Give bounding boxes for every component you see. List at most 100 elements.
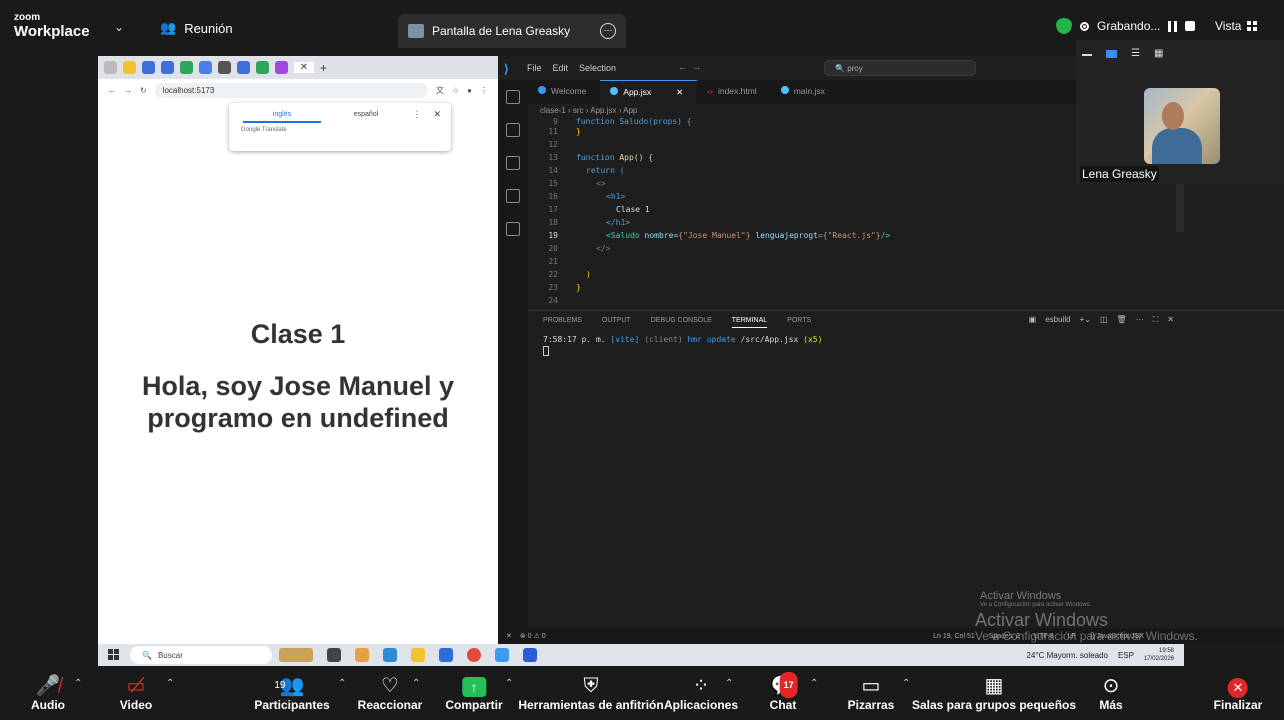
more-options-icon[interactable]: ···	[600, 23, 616, 39]
windows-start-icon[interactable]	[108, 649, 120, 661]
more-icon[interactable]: ⋮	[412, 109, 421, 120]
host-tools-button[interactable]: ⛨ Herramientas de anfitrión	[518, 674, 663, 712]
taskbar-search[interactable]: 🔍 Buscar	[130, 646, 272, 664]
chevron-up-icon[interactable]: ⌃	[902, 678, 910, 689]
tab-icon[interactable]	[180, 61, 193, 74]
zoom-taskbar-icon[interactable]	[523, 648, 537, 662]
tab-icon[interactable]	[256, 61, 269, 74]
more-icon[interactable]: ···	[1136, 315, 1144, 325]
close-tab-icon[interactable]: ✕	[294, 62, 314, 73]
terminal-name[interactable]: esbuild	[1045, 315, 1070, 325]
view-button[interactable]: Vista	[1215, 19, 1259, 33]
run-debug-icon[interactable]	[506, 189, 520, 203]
tab-app-jsx[interactable]: App.jsx ✕	[600, 80, 698, 104]
chevron-up-icon[interactable]: ⌃	[505, 678, 513, 689]
tab-icon[interactable]	[218, 61, 231, 74]
panel-tab-terminal[interactable]: TERMINAL	[731, 317, 768, 328]
speaker-view-icon[interactable]	[1106, 50, 1117, 58]
add-terminal-icon[interactable]: +⌄	[1080, 315, 1091, 325]
panel-tab-output[interactable]: OUTPUT	[602, 317, 631, 328]
gallery-view-icon[interactable]: ▦	[1154, 48, 1163, 59]
meeting-button[interactable]: 👥 Reunión	[160, 20, 233, 36]
remote-icon[interactable]: ✕	[506, 632, 512, 640]
widget-image-icon[interactable]	[279, 648, 313, 662]
end-meeting-button[interactable]: ✕ Finalizar	[1214, 674, 1262, 712]
vscode-taskbar-icon[interactable]	[495, 648, 509, 662]
whiteboards-button[interactable]: ▭ Pizarras	[848, 674, 895, 712]
store-icon[interactable]	[439, 648, 453, 662]
search-icon[interactable]	[506, 123, 520, 137]
tab-index-html[interactable]: ‹› index.html	[697, 80, 770, 104]
menu-file[interactable]: File	[527, 63, 542, 73]
weather[interactable]: 24°C Mayorm. soleado	[1026, 651, 1107, 660]
problems-count[interactable]: ⊗ 0 ⚠ 0	[520, 632, 546, 640]
scrollbar[interactable]	[1176, 184, 1184, 232]
tab-icon[interactable]	[237, 61, 250, 74]
menu-icon[interactable]: ⋮	[480, 86, 488, 95]
screen-share-tab[interactable]: Pantalla de Lena Greasky ···	[398, 14, 626, 48]
nav-arrows-icon[interactable]: ← →	[678, 62, 701, 72]
profile-icon[interactable]: ●	[467, 86, 472, 95]
reload-icon[interactable]: ↻	[140, 86, 147, 95]
explorer-icon[interactable]	[506, 90, 520, 104]
stop-recording-icon[interactable]	[1185, 21, 1196, 31]
trash-icon[interactable]: 🗑	[1117, 315, 1127, 325]
file-explorer-icon[interactable]	[411, 648, 425, 662]
chevron-up-icon[interactable]: ⌃	[412, 678, 420, 689]
tab-icon[interactable]	[275, 61, 288, 74]
copilot-icon[interactable]	[355, 648, 369, 662]
tab-main-jsx[interactable]: main.jsx	[771, 80, 839, 104]
security-shield-icon[interactable]	[1056, 18, 1072, 34]
minimize-icon[interactable]	[1082, 54, 1092, 56]
new-tab-icon[interactable]: +	[320, 61, 327, 75]
pause-recording-icon[interactable]	[1168, 20, 1178, 32]
list-view-icon[interactable]: ☰	[1131, 48, 1140, 59]
tab-icon[interactable]	[161, 61, 174, 74]
chevron-up-icon[interactable]: ⌃	[166, 678, 174, 689]
tab-icon[interactable]	[123, 61, 136, 74]
input-language[interactable]: ESP	[1118, 651, 1134, 660]
chevron-up-icon[interactable]: ⌃	[338, 678, 346, 689]
tab-icon[interactable]	[142, 61, 155, 74]
clock[interactable]: 19:58 17/02/2026	[1144, 647, 1174, 663]
video-button[interactable]: ▭̸ Video	[120, 674, 152, 712]
breakout-rooms-button[interactable]: ▦ Salas para grupos pequeños	[912, 674, 1076, 712]
panel-tab-ports[interactable]: PORTS	[787, 317, 811, 328]
audio-button[interactable]: 🎤̸ Audio	[31, 674, 65, 712]
bookmark-star-icon[interactable]: ☆	[452, 86, 459, 95]
chat-button[interactable]: 💬17Chat	[770, 672, 798, 712]
chevron-up-icon[interactable]: ⌃	[725, 678, 733, 689]
close-icon[interactable]: ✕	[433, 109, 441, 120]
command-search[interactable]: 🔍 proy	[824, 60, 976, 76]
translate-to-tab[interactable]: español	[321, 111, 411, 118]
panel-tab-problems[interactable]: PROBLEMS	[543, 317, 582, 328]
breadcrumb[interactable]: clase-1 › src › App.jsx › App	[540, 106, 637, 115]
forward-icon[interactable]: →	[124, 86, 132, 95]
tab-welcome[interactable]: Welcome	[528, 80, 600, 104]
participant-video[interactable]	[1144, 88, 1220, 164]
panel-tab-debug-console[interactable]: DEBUG CONSOLE	[651, 317, 712, 328]
tab-icon[interactable]	[199, 61, 212, 74]
menu-edit[interactable]: Edit	[553, 63, 569, 73]
share-button[interactable]: ↑ Compartir	[445, 674, 503, 712]
extensions-icon[interactable]	[506, 222, 520, 236]
more-button[interactable]: ⊙ Más	[1099, 674, 1122, 712]
chevron-up-icon[interactable]: ⌃	[810, 678, 818, 689]
cursor-position[interactable]: Ln 19, Col 51	[933, 633, 975, 640]
back-icon[interactable]: ←	[108, 86, 116, 95]
tab-menu-icon[interactable]	[104, 61, 117, 74]
close-panel-icon[interactable]: ✕	[1167, 315, 1174, 325]
close-icon[interactable]: ✕	[676, 87, 683, 104]
chevron-up-icon[interactable]: ⌃	[74, 678, 82, 689]
maximize-icon[interactable]: ⛶	[1153, 315, 1159, 325]
task-view-icon[interactable]	[327, 648, 341, 662]
chrome-icon[interactable]	[467, 648, 481, 662]
menu-selection[interactable]: Selection	[579, 63, 616, 73]
translate-icon[interactable]: 文	[436, 85, 444, 96]
split-icon[interactable]: ◫	[1100, 315, 1108, 325]
terminal-output[interactable]: 7:58:17 p. m. [vite] (client) hmr update…	[543, 335, 822, 356]
url-field[interactable]: localhost:5173	[154, 82, 428, 98]
edge-icon[interactable]	[383, 648, 397, 662]
participants-button[interactable]: 👥 19 Participantes	[254, 674, 329, 712]
chevron-down-icon[interactable]: ⌄	[114, 20, 124, 34]
